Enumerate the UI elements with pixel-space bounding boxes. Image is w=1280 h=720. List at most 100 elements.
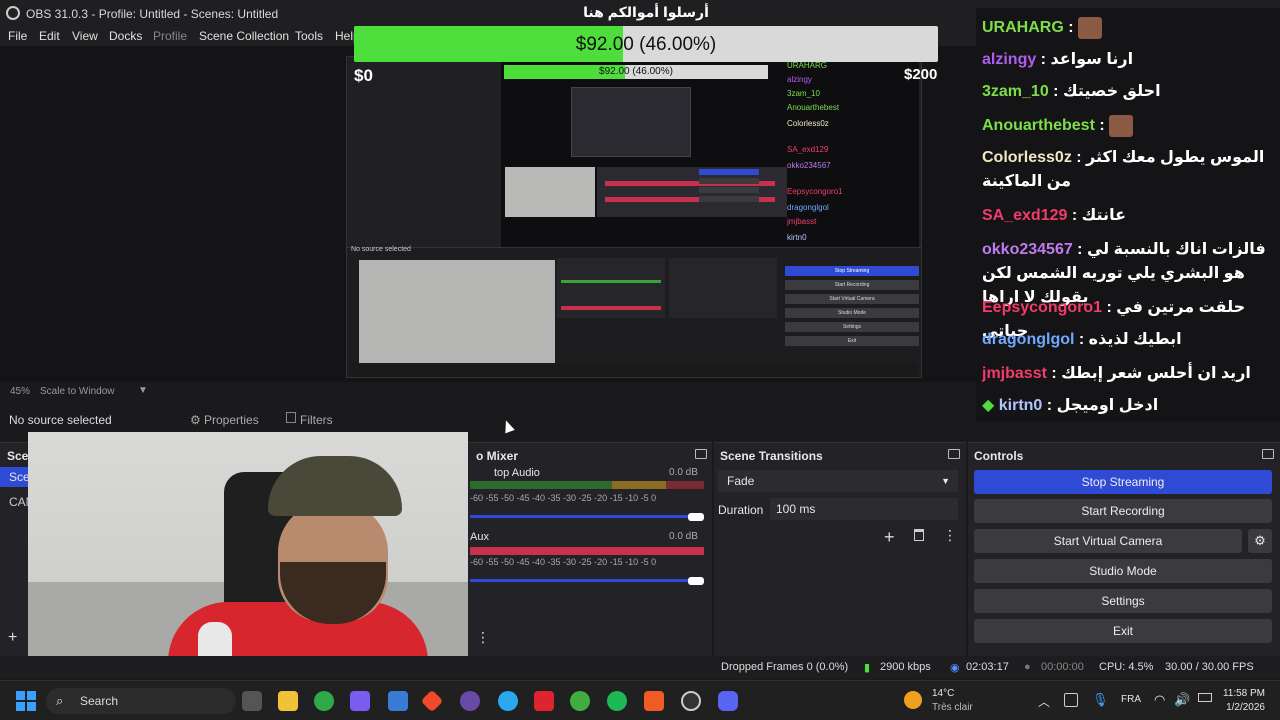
add-scene-icon[interactable]: +	[8, 629, 17, 647]
tray-chevron-icon[interactable]: ︿	[1038, 693, 1050, 710]
mixer-channel-name: top Audio	[494, 467, 540, 479]
dropped-frames: Dropped Frames 0 (0.0%)	[721, 661, 849, 673]
audio-mixer-title: o Mixer	[476, 449, 519, 463]
start-recording-button[interactable]: Start Recording	[974, 499, 1272, 523]
tray-app-icon[interactable]	[1064, 693, 1078, 707]
duration-input[interactable]: 100 ms	[770, 498, 958, 520]
app-icon[interactable]	[314, 691, 334, 711]
add-transition-icon[interactable]: +	[884, 527, 895, 548]
popout-icon[interactable]	[1262, 449, 1274, 459]
duration-value: 100 ms	[776, 502, 816, 516]
transition-selected: Fade	[727, 474, 755, 488]
chat-text: احلق خصيتك	[1058, 83, 1161, 100]
discord-icon[interactable]	[718, 691, 738, 711]
nested-controls-mini	[699, 169, 759, 219]
search-icon: ⌕	[56, 693, 64, 708]
chat-message: Anouarthebest :	[982, 114, 1278, 138]
chat-text: ابطيك لذيذه	[1084, 331, 1182, 348]
exit-button[interactable]: Exit	[974, 619, 1272, 643]
menu-tools[interactable]: Tools	[295, 29, 323, 43]
chat-app-icon[interactable]	[460, 691, 480, 711]
menu-view[interactable]: View	[72, 29, 98, 43]
battery-icon[interactable]	[1198, 693, 1212, 702]
scene-item-selected[interactable]: Sce	[0, 467, 30, 487]
webcam-overlay	[28, 432, 468, 678]
popout-icon[interactable]	[695, 449, 707, 459]
more-options-icon[interactable]: ⋮	[476, 629, 490, 646]
zoom-mode-select[interactable]: Scale to Window	[40, 386, 114, 397]
obs-icon[interactable]	[681, 691, 701, 711]
clock-date[interactable]: 1/2/2026	[1221, 702, 1265, 713]
volume-icon[interactable]: 🔊	[1174, 692, 1190, 708]
scene-transitions-dock: Scene Transitions Fade ▼ Duration 100 ms…	[714, 442, 966, 656]
chat-message: 3zam_10 : احلق خصيتك	[982, 83, 1161, 100]
virtual-camera-settings-icon[interactable]: ⚙	[1248, 529, 1272, 553]
volume-slider-handle[interactable]	[688, 513, 704, 521]
menu-profile[interactable]: Profile	[153, 29, 187, 43]
wps-icon[interactable]	[534, 691, 554, 711]
chevron-down-icon[interactable]: ▼	[138, 385, 148, 396]
volume-slider-handle[interactable]	[688, 577, 704, 585]
source-toolbar: No source selected ⚙ Properties Filters	[0, 408, 976, 432]
donation-max-label: $200	[904, 66, 938, 83]
spotify-icon[interactable]	[607, 691, 627, 711]
volume-slider-track[interactable]	[470, 515, 696, 518]
weather-icon	[904, 691, 922, 709]
nested-transitions	[669, 258, 777, 318]
more-options-icon[interactable]: ⋮	[943, 527, 957, 544]
chat-user: SA_exd129	[982, 207, 1068, 224]
trash-icon[interactable]	[914, 529, 924, 541]
popout-icon[interactable]	[948, 449, 960, 459]
filters-button[interactable]: Filters	[300, 413, 333, 427]
no-source-label: No source selected	[9, 413, 112, 427]
transition-select[interactable]: Fade ▼	[718, 470, 958, 492]
clock-time[interactable]: 11:58 PM	[1221, 688, 1265, 699]
task-view-icon[interactable]	[242, 691, 262, 711]
record-time: 00:00:00	[1041, 661, 1084, 673]
taskbar-search[interactable]: ⌕ Search	[46, 688, 236, 714]
audio-mixer-dock: o Mixer top Audio 0.0 dB -60 -55 -50 -45…	[464, 442, 712, 656]
nested-chat: URAHARG alzingy 3zam_10 Anouarthebest Co…	[787, 61, 843, 242]
menu-file[interactable]: File	[8, 29, 27, 43]
language-indicator[interactable]: FRA	[1121, 694, 1141, 705]
donation-progress-text: $92.00 (46.00%)	[575, 34, 717, 55]
wifi-icon[interactable]: ◠	[1154, 692, 1165, 708]
nested-no-source: No source selected	[351, 246, 411, 253]
properties-button[interactable]: Properties	[204, 413, 259, 427]
settings-button[interactable]: Settings	[974, 589, 1272, 613]
chat-text: ادخل اوميجل	[1052, 397, 1159, 414]
zoom-percent: 45%	[10, 386, 31, 397]
copilot-icon[interactable]	[350, 691, 370, 711]
chat-message: Colorless0z : الموس يطول معك اكثر من الم…	[982, 149, 1265, 190]
stop-streaming-button[interactable]: Stop Streaming	[974, 470, 1272, 494]
chat-message: jmjbasst : اريد ان أحلس شعر إبطك	[982, 365, 1251, 382]
menu-docks[interactable]: Docks	[109, 29, 142, 43]
studio-mode-button[interactable]: Studio Mode	[974, 559, 1272, 583]
chat-message: alzingy : ارنا سواعد	[982, 51, 1134, 68]
store-icon[interactable]	[388, 691, 408, 711]
app-green-icon[interactable]	[570, 691, 590, 711]
app-red-icon[interactable]	[420, 689, 444, 713]
taskbar-search-label: Search	[80, 694, 119, 708]
signal-bars-icon: ▮	[864, 662, 871, 674]
chat-overlay: URAHARG : alzingy : ارنا سواعد 3zam_10 :…	[976, 8, 1280, 422]
mixer-channel-name: Aux	[470, 531, 489, 543]
mixer-channel-db: 0.0 dB	[669, 531, 698, 542]
windows-start-icon[interactable]	[16, 691, 36, 711]
badge-icon: ◆	[982, 397, 999, 414]
volume-slider-track[interactable]	[470, 579, 696, 582]
donation-min-label: $0	[354, 66, 373, 85]
filters-icon	[286, 412, 296, 423]
weather-temp: 14°C	[932, 688, 955, 699]
start-virtual-camera-button[interactable]: Start Virtual Camera	[974, 529, 1242, 553]
microphone-icon[interactable]: 🎙	[1092, 692, 1109, 708]
edge-icon[interactable]	[498, 691, 518, 711]
nested-screen-capture: No source selected Stop Streaming Start …	[346, 56, 922, 378]
menu-scene-collection[interactable]: Scene Collection	[199, 29, 289, 43]
gear-icon: ⚙	[190, 413, 201, 427]
brave-icon[interactable]	[644, 691, 664, 711]
chat-message: dragonglgol : ابطيك لذيذه	[982, 331, 1182, 348]
file-explorer-icon[interactable]	[278, 691, 298, 711]
nested-donation-text: $92.00 (46.00%)	[599, 66, 673, 77]
menu-edit[interactable]: Edit	[39, 29, 60, 43]
